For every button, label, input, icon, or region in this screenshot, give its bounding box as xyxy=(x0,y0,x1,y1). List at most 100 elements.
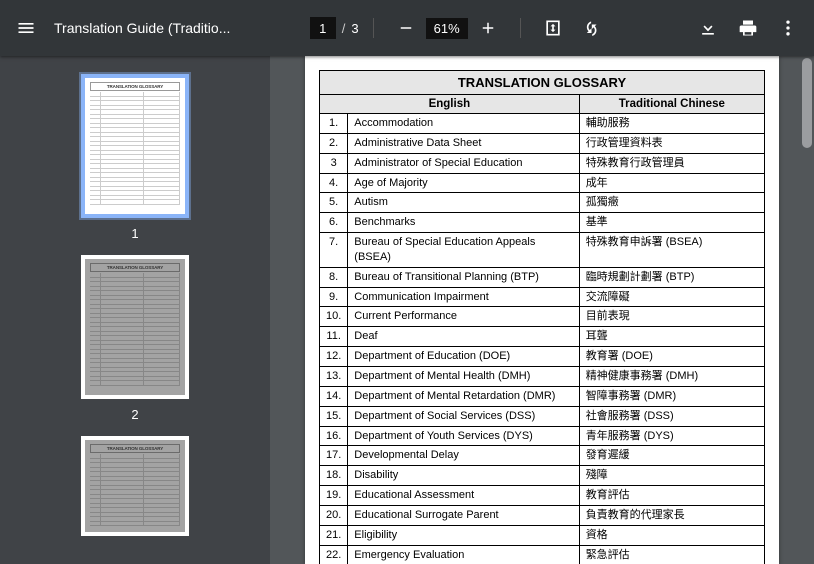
chinese-term: 目前表現 xyxy=(579,307,764,327)
chinese-term: 成年 xyxy=(579,173,764,193)
chinese-term: 社會服務署 (DSS) xyxy=(579,406,764,426)
chinese-term: 青年服務署 (DYS) xyxy=(579,426,764,446)
row-number: 9. xyxy=(320,287,348,307)
row-number: 8. xyxy=(320,267,348,287)
page-indicator: / 3 xyxy=(310,17,359,39)
rotate-button[interactable] xyxy=(575,10,611,46)
chinese-term: 基準 xyxy=(579,213,764,233)
zoom-value: 61% xyxy=(426,18,468,39)
zoom-controls: 61% xyxy=(388,10,506,46)
table-row: 2.Administrative Data Sheet行政管理資料表 xyxy=(320,133,765,153)
chinese-term: 緊急評估 xyxy=(579,545,764,564)
table-row: 16.Department of Youth Services (DYS)青年服… xyxy=(320,426,765,446)
row-number: 14. xyxy=(320,386,348,406)
english-term: Department of Youth Services (DYS) xyxy=(348,426,579,446)
row-number: 11. xyxy=(320,327,348,347)
thumbnail-2-wrap: TRANSLATION GLOSSARY xyxy=(81,255,189,422)
english-term: Department of Mental Retardation (DMR) xyxy=(348,386,579,406)
glossary-title: TRANSLATION GLOSSARY xyxy=(320,71,765,95)
row-number: 3 xyxy=(320,153,348,173)
download-button[interactable] xyxy=(690,10,726,46)
fit-page-button[interactable] xyxy=(535,10,571,46)
thumbnail-3-wrap: TRANSLATION GLOSSARY xyxy=(81,436,189,536)
more-options-button[interactable] xyxy=(770,10,806,46)
page-total: 3 xyxy=(351,21,358,36)
row-number: 12. xyxy=(320,347,348,367)
menu-icon[interactable] xyxy=(8,10,44,46)
row-number: 5. xyxy=(320,193,348,213)
chinese-term: 臨時規劃計劃署 (BTP) xyxy=(579,267,764,287)
scrollbar-thumb[interactable] xyxy=(802,58,812,148)
thumbnail-2[interactable]: TRANSLATION GLOSSARY xyxy=(81,255,189,399)
column-header-chinese: Traditional Chinese xyxy=(579,95,764,114)
chinese-term: 資格 xyxy=(579,525,764,545)
row-number: 15. xyxy=(320,406,348,426)
pdf-toolbar: Translation Guide (Traditio... / 3 61% xyxy=(0,0,814,56)
row-number: 13. xyxy=(320,366,348,386)
vertical-scrollbar[interactable] xyxy=(802,58,812,562)
pdf-page-1: TRANSLATION GLOSSARY English Traditional… xyxy=(305,56,779,564)
english-term: Administrator of Special Education xyxy=(348,153,579,173)
viewer-body: TRANSLATION GLOSSARY xyxy=(0,56,814,564)
table-row: 12.Department of Education (DOE)教育署 (DOE… xyxy=(320,347,765,367)
english-term: Educational Assessment xyxy=(348,486,579,506)
table-row: 10.Current Performance目前表現 xyxy=(320,307,765,327)
english-term: Department of Mental Health (DMH) xyxy=(348,366,579,386)
page-viewport[interactable]: TRANSLATION GLOSSARY English Traditional… xyxy=(270,56,814,564)
english-term: Accommodation xyxy=(348,114,579,134)
english-term: Age of Majority xyxy=(348,173,579,193)
english-term: Administrative Data Sheet xyxy=(348,133,579,153)
table-row: 6.Benchmarks基準 xyxy=(320,213,765,233)
row-number: 22. xyxy=(320,545,348,564)
page-number-input[interactable] xyxy=(310,17,336,39)
row-number: 2. xyxy=(320,133,348,153)
zoom-out-button[interactable] xyxy=(388,10,424,46)
english-term: Autism xyxy=(348,193,579,213)
english-term: Communication Impairment xyxy=(348,287,579,307)
chinese-term: 教育署 (DOE) xyxy=(579,347,764,367)
english-term: Eligibility xyxy=(348,525,579,545)
english-term: Department of Social Services (DSS) xyxy=(348,406,579,426)
document-title: Translation Guide (Traditio... xyxy=(54,20,230,36)
table-row: 4.Age of Majority成年 xyxy=(320,173,765,193)
thumbnail-1[interactable]: TRANSLATION GLOSSARY xyxy=(81,74,189,218)
thumbnail-sidebar[interactable]: TRANSLATION GLOSSARY xyxy=(0,56,270,564)
chinese-term: 特殊教育行政管理員 xyxy=(579,153,764,173)
table-row: 17.Developmental Delay發育遲緩 xyxy=(320,446,765,466)
table-row: 22.Emergency Evaluation緊急評估 xyxy=(320,545,765,564)
chinese-term: 智障事務署 (DMR) xyxy=(579,386,764,406)
row-number: 4. xyxy=(320,173,348,193)
table-row: 18.Disability殘障 xyxy=(320,466,765,486)
thumbnail-3[interactable]: TRANSLATION GLOSSARY xyxy=(81,436,189,536)
table-row: 21.Eligibility資格 xyxy=(320,525,765,545)
table-row: 19.Educational Assessment教育評估 xyxy=(320,486,765,506)
chinese-term: 教育評估 xyxy=(579,486,764,506)
row-number: 1. xyxy=(320,114,348,134)
table-row: 8.Bureau of Transitional Planning (BTP)臨… xyxy=(320,267,765,287)
row-number: 7. xyxy=(320,233,348,268)
row-number: 20. xyxy=(320,505,348,525)
chinese-term: 交流障礙 xyxy=(579,287,764,307)
toolbar-separator xyxy=(373,18,374,38)
english-term: Bureau of Special Education Appeals (BSE… xyxy=(348,233,579,268)
thumbnail-1-label: 1 xyxy=(131,226,138,241)
toolbar-separator xyxy=(520,18,521,38)
english-term: Deaf xyxy=(348,327,579,347)
print-button[interactable] xyxy=(730,10,766,46)
table-row: 14.Department of Mental Retardation (DMR… xyxy=(320,386,765,406)
chinese-term: 行政管理資料表 xyxy=(579,133,764,153)
english-term: Bureau of Transitional Planning (BTP) xyxy=(348,267,579,287)
row-number: 21. xyxy=(320,525,348,545)
row-number: 6. xyxy=(320,213,348,233)
english-term: Disability xyxy=(348,466,579,486)
table-row: 20.Educational Surrogate Parent負責教育的代理家長 xyxy=(320,505,765,525)
zoom-in-button[interactable] xyxy=(470,10,506,46)
glossary-table: TRANSLATION GLOSSARY English Traditional… xyxy=(319,70,765,564)
row-number: 18. xyxy=(320,466,348,486)
chinese-term: 孤獨癥 xyxy=(579,193,764,213)
chinese-term: 精神健康事務署 (DMH) xyxy=(579,366,764,386)
table-row: 1.Accommodation輔助服務 xyxy=(320,114,765,134)
chinese-term: 殘障 xyxy=(579,466,764,486)
table-row: 9.Communication Impairment交流障礙 xyxy=(320,287,765,307)
chinese-term: 耳聾 xyxy=(579,327,764,347)
